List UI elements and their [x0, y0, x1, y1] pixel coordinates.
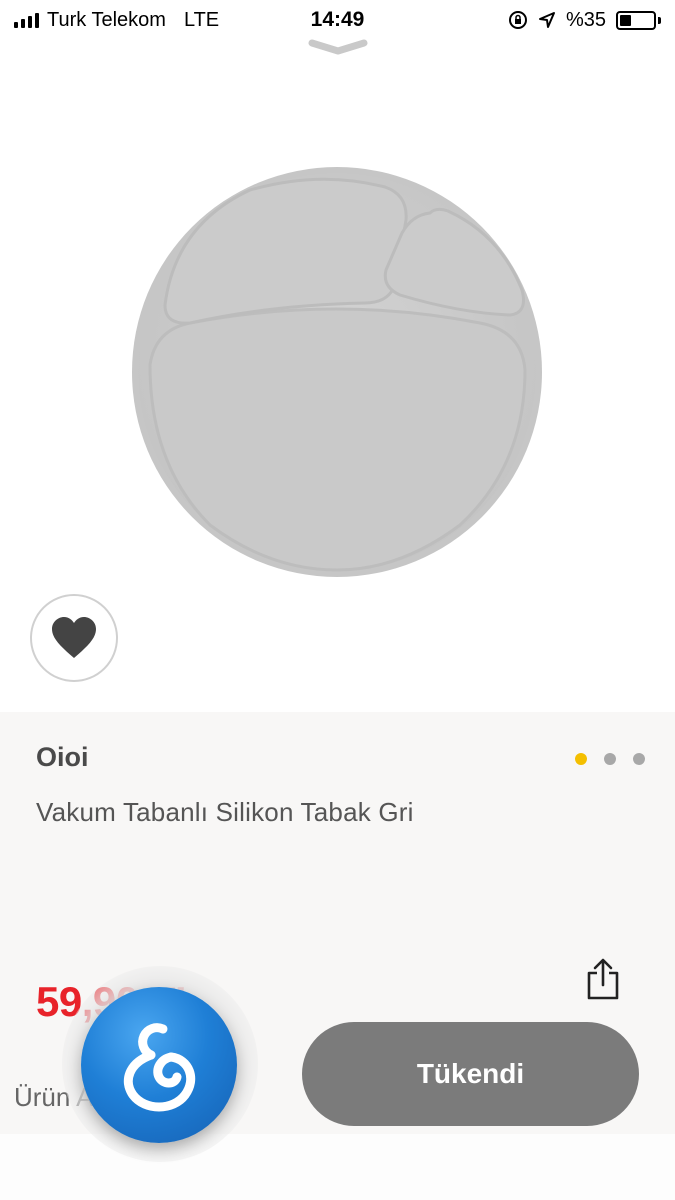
mother-baby-logo-icon	[124, 1023, 196, 1112]
pager-dot[interactable]	[575, 753, 587, 765]
battery-percent: %35	[565, 8, 606, 31]
carrier-label: Turk Telekom	[47, 8, 166, 31]
product-title: Vakum Tabanlı Silikon Tabak Gri	[36, 797, 414, 827]
floating-app-button[interactable]	[81, 987, 237, 1143]
sold-out-button[interactable]: Tükendi	[302, 1022, 639, 1126]
battery-icon	[616, 10, 661, 30]
image-pager[interactable]	[575, 753, 645, 765]
location-arrow-icon	[538, 12, 555, 28]
network-label: LTE	[183, 8, 220, 31]
signal-icon	[14, 12, 39, 28]
favorite-button[interactable]	[30, 594, 118, 682]
orientation-lock-icon	[508, 11, 527, 29]
share-icon[interactable]	[584, 958, 622, 1000]
brand-name[interactable]: Oioi	[36, 742, 89, 773]
bottom-strip	[0, 1134, 675, 1200]
heart-icon	[52, 617, 96, 658]
pager-dot[interactable]	[633, 753, 645, 765]
product-image[interactable]	[130, 165, 544, 579]
pager-dot[interactable]	[604, 753, 616, 765]
status-bar: Turk Telekom LTE 14:49 %35	[0, 0, 675, 40]
chevron-down-icon[interactable]	[307, 38, 369, 56]
